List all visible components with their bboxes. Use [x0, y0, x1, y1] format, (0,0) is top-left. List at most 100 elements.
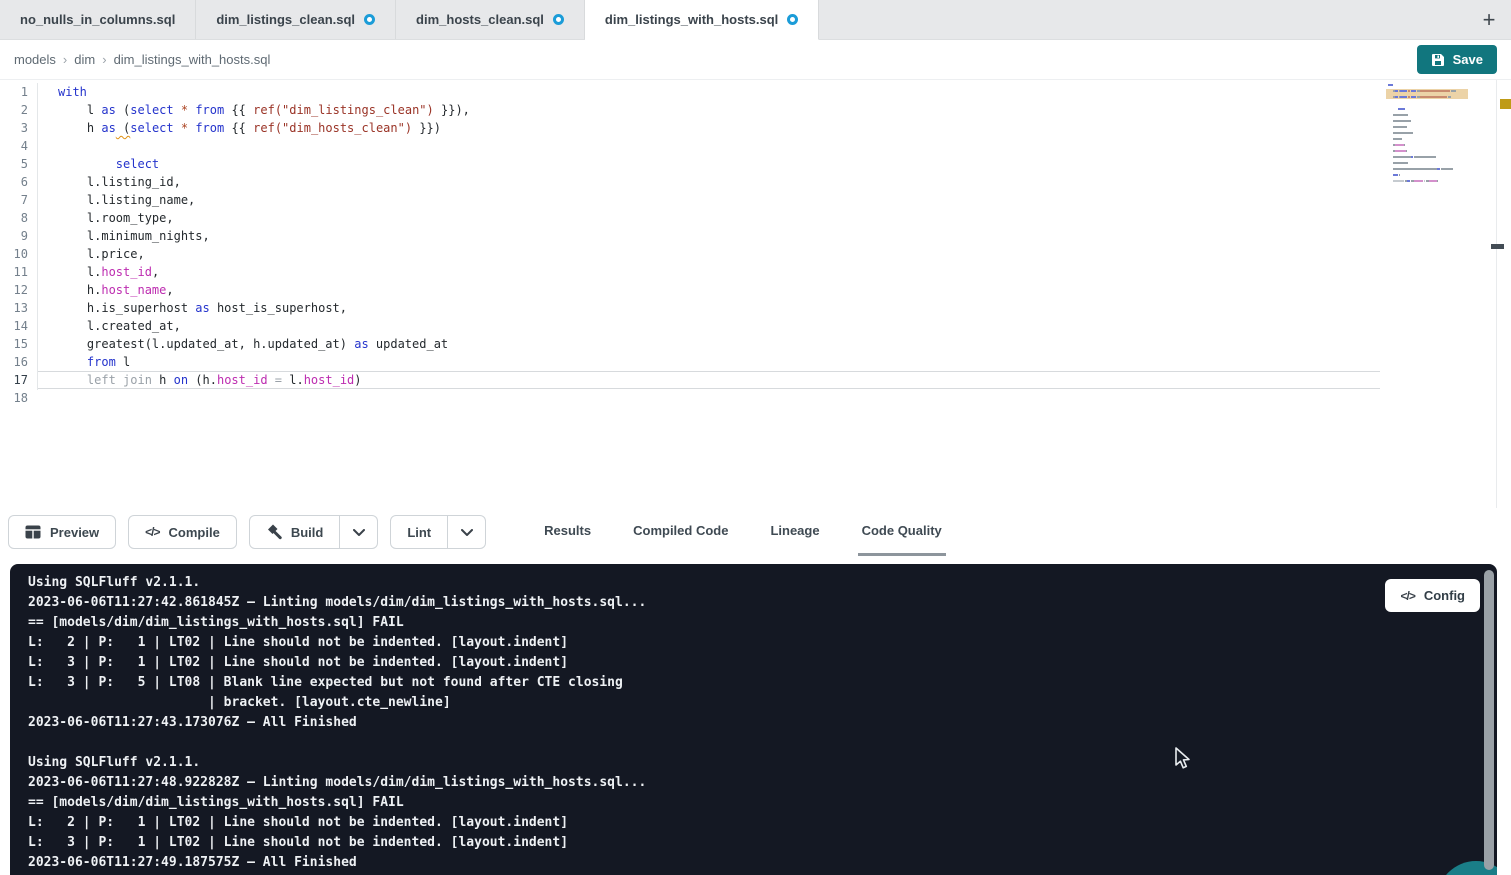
code-line — [38, 389, 1380, 407]
minimap-token — [1393, 132, 1413, 134]
terminal-line: L: 3 | P: 5 | LT08 | Blank line expected… — [28, 673, 1497, 693]
minimap-token — [1451, 90, 1456, 92]
build-dropdown-button[interactable] — [340, 515, 378, 549]
compile-button[interactable]: </> Compile — [128, 515, 237, 549]
code-line: l.created_at, — [38, 317, 1380, 335]
code-token: from — [195, 103, 224, 117]
code-token: * — [181, 121, 188, 135]
code-token: select — [116, 157, 159, 171]
build-button-label: Build — [291, 525, 324, 540]
code-token: {{ — [224, 103, 253, 117]
sql-editor[interactable]: 123456789101112131415161718 with l as (s… — [0, 80, 1511, 508]
unsaved-indicator-icon — [787, 14, 798, 25]
minimap-token — [1393, 162, 1409, 164]
code-line: left join h on (h.host_id = l.host_id) — [38, 371, 1380, 389]
line-number: 9 — [0, 227, 28, 245]
line-number: 14 — [0, 317, 28, 335]
minimap-line — [1388, 132, 1464, 134]
line-number: 3 — [0, 119, 28, 137]
new-tab-button[interactable]: + — [1467, 0, 1511, 39]
panel-tab-lineage[interactable]: Lineage — [766, 508, 823, 556]
code-line: select — [38, 155, 1380, 173]
minimap-line — [1388, 156, 1464, 158]
terminal-scrollbar[interactable] — [1484, 570, 1494, 870]
terminal-line: L: 2 | P: 1 | LT02 | Line should not be … — [28, 633, 1497, 653]
minimap-token — [1393, 168, 1437, 170]
unsaved-indicator-icon — [553, 14, 564, 25]
minimap-line — [1388, 180, 1464, 182]
minimap-token — [1414, 156, 1436, 158]
code-line: from l — [38, 353, 1380, 371]
file-tab-label: no_nulls_in_columns.sql — [20, 12, 175, 27]
code-line: l as (select * from {{ ref("dim_listings… — [38, 101, 1380, 119]
code-token: as — [101, 103, 115, 117]
hammer-icon — [266, 524, 282, 540]
minimap-line — [1388, 108, 1464, 110]
lint-button[interactable]: Lint — [390, 515, 448, 549]
code-token: h. — [58, 283, 101, 297]
lint-dropdown-button[interactable] — [448, 515, 486, 549]
build-button[interactable]: Build — [249, 515, 341, 549]
panel-tab-results[interactable]: Results — [540, 508, 595, 556]
file-tab[interactable]: dim_listings_clean.sql — [196, 0, 396, 39]
minimap-line — [1388, 150, 1464, 152]
minimap[interactable] — [1388, 84, 1464, 192]
line-number: 16 — [0, 353, 28, 371]
minimap-token — [1395, 150, 1406, 152]
code-line: h.is_superhost as host_is_superhost, — [38, 299, 1380, 317]
code-line: l.listing_id, — [38, 173, 1380, 191]
line-number: 12 — [0, 281, 28, 299]
code-token: , — [152, 265, 159, 279]
line-number: 4 — [0, 137, 28, 155]
terminal-line: L: 3 | P: 1 | LT02 | Line should not be … — [28, 653, 1497, 673]
code-token: with — [58, 85, 87, 99]
minimap-token — [1393, 180, 1404, 182]
file-tab-label: dim_listings_clean.sql — [216, 12, 355, 27]
minimap-token — [1404, 144, 1405, 146]
table-grid-icon — [25, 525, 41, 539]
minimap-line — [1388, 84, 1464, 86]
breadcrumb-separator-icon: › — [102, 52, 106, 67]
terminal-line: L: 2 | P: 1 | LT02 | Line should not be … — [28, 813, 1497, 833]
minimap-line — [1388, 168, 1464, 170]
code-line: l.price, — [38, 245, 1380, 263]
terminal-line: 2023-06-06T11:27:48.922828Z – Linting mo… — [28, 773, 1497, 793]
minimap-token — [1393, 120, 1411, 122]
panel-tabs: Results Compiled Code Lineage Code Quality — [540, 508, 946, 556]
minimap-token — [1395, 144, 1403, 146]
code-token: l.listing_name, — [58, 193, 195, 207]
panel-tab-compiled-code[interactable]: Compiled Code — [629, 508, 732, 556]
line-number: 1 — [0, 83, 28, 101]
file-tab[interactable]: dim_hosts_clean.sql — [396, 0, 585, 39]
minimap-token — [1393, 126, 1407, 128]
save-button[interactable]: Save — [1417, 45, 1497, 74]
line-number: 13 — [0, 299, 28, 317]
file-tab[interactable]: dim_listings_with_hosts.sql — [585, 0, 819, 40]
code-token: l.listing_id, — [58, 175, 181, 189]
minimap-token — [1393, 156, 1411, 158]
minimap-line — [1388, 102, 1464, 104]
minimap-line — [1388, 174, 1464, 176]
code-line: h.host_name, — [38, 281, 1380, 299]
code-token: as — [101, 121, 115, 135]
preview-button[interactable]: Preview — [8, 515, 116, 549]
compile-button-label: Compile — [169, 525, 220, 540]
line-number: 11 — [0, 263, 28, 281]
minimap-token — [1393, 114, 1409, 116]
minimap-token — [1393, 138, 1403, 140]
code-area[interactable]: with l as (select * from {{ ref("dim_lis… — [38, 83, 1380, 407]
code-token: greatest(l.updated_at, h.updated_at) — [58, 337, 354, 351]
code-line: h as (select * from {{ ref("dim_hosts_cl… — [38, 119, 1380, 137]
code-token: l. — [58, 265, 101, 279]
save-floppy-icon — [1431, 53, 1445, 67]
code-token — [174, 121, 181, 135]
code-token: = — [275, 373, 282, 387]
breadcrumb-item: dim_listings_with_hosts.sql — [114, 52, 271, 67]
file-tab[interactable]: no_nulls_in_columns.sql — [0, 0, 196, 39]
code-line: greatest(l.updated_at, h.updated_at) as … — [38, 335, 1380, 353]
minimap-line — [1388, 126, 1464, 128]
line-number-gutter: 123456789101112131415161718 — [0, 83, 28, 407]
config-button[interactable]: </> Config — [1385, 579, 1480, 612]
panel-tab-code-quality[interactable]: Code Quality — [858, 508, 946, 556]
minimap-token — [1420, 96, 1446, 98]
